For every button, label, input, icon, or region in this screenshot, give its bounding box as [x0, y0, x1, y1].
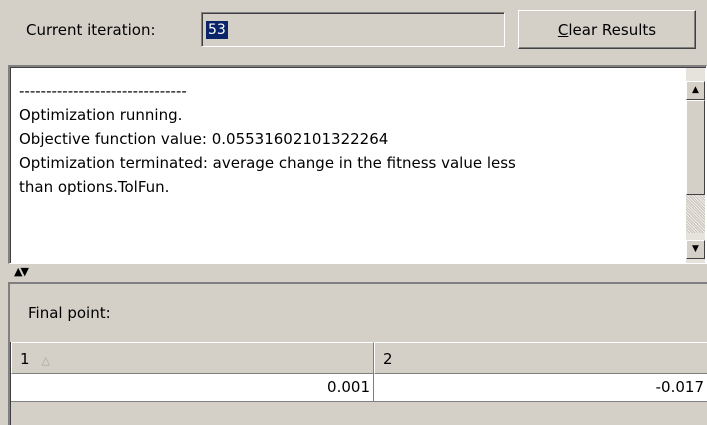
- final-point-label: Final point:: [28, 304, 111, 322]
- scrollbar-track[interactable]: [686, 195, 705, 233]
- down-arrow-icon[interactable]: ▼: [686, 240, 705, 259]
- column-header-1-label: 1: [20, 350, 30, 368]
- scrollbar-thumb[interactable]: [686, 100, 705, 195]
- final-point-table: 1 △ 2 0.001 -0.017: [10, 342, 707, 425]
- up-arrow-icon[interactable]: ▲: [686, 81, 705, 100]
- current-iteration-field[interactable]: 53: [201, 12, 505, 47]
- column-header-2-label: 2: [383, 350, 393, 368]
- vertical-scrollbar[interactable]: ▲ ▼: [686, 68, 705, 263]
- clear-results-button[interactable]: Clear Results: [518, 10, 696, 49]
- table-cell[interactable]: 0.001: [11, 374, 374, 402]
- clear-results-label: lear Results: [568, 20, 657, 39]
- sort-ascending-icon: △: [41, 354, 51, 367]
- output-log-text: ------------------------------- Optimiza…: [19, 82, 516, 196]
- splitter-arrows-icon[interactable]: ▲▼: [14, 266, 29, 277]
- table-cell[interactable]: -0.017: [374, 374, 707, 402]
- column-header-1[interactable]: 1 △: [11, 342, 374, 374]
- current-iteration-label: Current iteration:: [26, 21, 156, 39]
- final-point-panel: Final point: 1 △ 2 0.001 -0.017: [8, 282, 707, 425]
- clear-results-mnemonic: C: [557, 20, 569, 39]
- column-header-2[interactable]: 2: [374, 342, 707, 374]
- output-text-area[interactable]: ------------------------------- Optimiza…: [8, 65, 707, 264]
- current-iteration-value: 53: [206, 21, 228, 39]
